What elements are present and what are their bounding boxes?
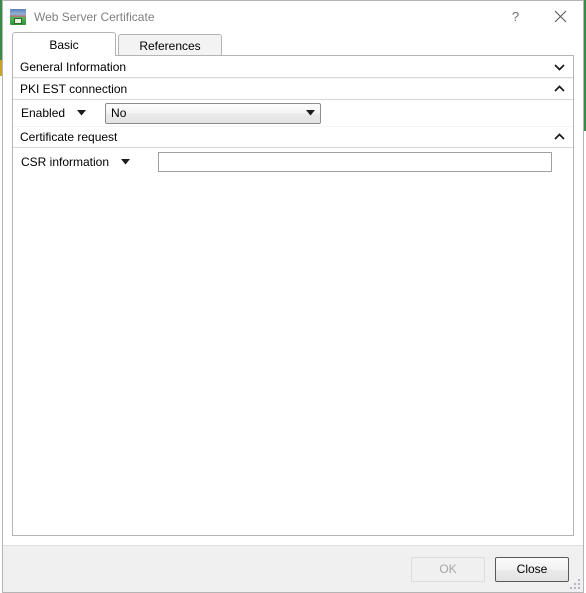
ok-button-label: OK (439, 562, 457, 576)
close-dialog-button[interactable]: Close (495, 556, 569, 582)
tab-content-panel: General Information PKI EST connection E… (12, 55, 574, 536)
chevron-down-icon[interactable] (553, 61, 565, 73)
resize-grip-icon[interactable] (567, 576, 580, 589)
section-title-pki-est-connection: PKI EST connection (20, 82, 128, 96)
row-enabled: Enabled No (13, 100, 573, 126)
dialog-button-bar: OK Close (3, 545, 583, 592)
tab-strip: Basic References (3, 32, 583, 56)
section-title-certificate-request: Certificate request (20, 130, 118, 144)
window-title: Web Server Certificate (34, 9, 155, 24)
tab-basic-label: Basic (49, 37, 79, 52)
caret-down-icon[interactable] (73, 106, 89, 120)
tab-basic[interactable]: Basic (12, 32, 116, 56)
section-title-general-information: General Information (20, 59, 127, 74)
svg-text:?: ? (512, 10, 519, 24)
tab-references[interactable]: References (118, 34, 222, 56)
title-bar-buttons: ? (493, 1, 583, 32)
section-header-certificate-request[interactable]: Certificate request (13, 126, 573, 148)
close-dialog-button-label: Close (516, 562, 548, 576)
label-csr-information: CSR information (21, 154, 110, 169)
tab-references-label: References (139, 38, 201, 53)
close-button[interactable] (538, 2, 583, 32)
section-header-general-information[interactable]: General Information (13, 56, 573, 78)
certificate-image-icon (10, 8, 26, 25)
caret-down-icon[interactable] (117, 155, 133, 169)
csr-information-input[interactable] (158, 151, 553, 172)
help-button[interactable]: ? (493, 2, 538, 32)
enabled-dropdown[interactable]: No (105, 102, 322, 124)
dialog-window: Web Server Certificate ? Basic Reference… (2, 0, 584, 593)
chevron-up-icon[interactable] (553, 83, 565, 95)
enabled-dropdown-value: No (111, 106, 127, 120)
dropdown-arrow-icon[interactable] (304, 107, 316, 119)
title-bar: Web Server Certificate ? (3, 1, 583, 32)
section-header-pki-est-connection[interactable]: PKI EST connection (13, 78, 573, 100)
chevron-up-icon[interactable] (553, 131, 565, 143)
label-enabled: Enabled (21, 106, 66, 120)
ok-button[interactable]: OK (411, 556, 485, 582)
row-csr-information: CSR information (13, 148, 573, 175)
